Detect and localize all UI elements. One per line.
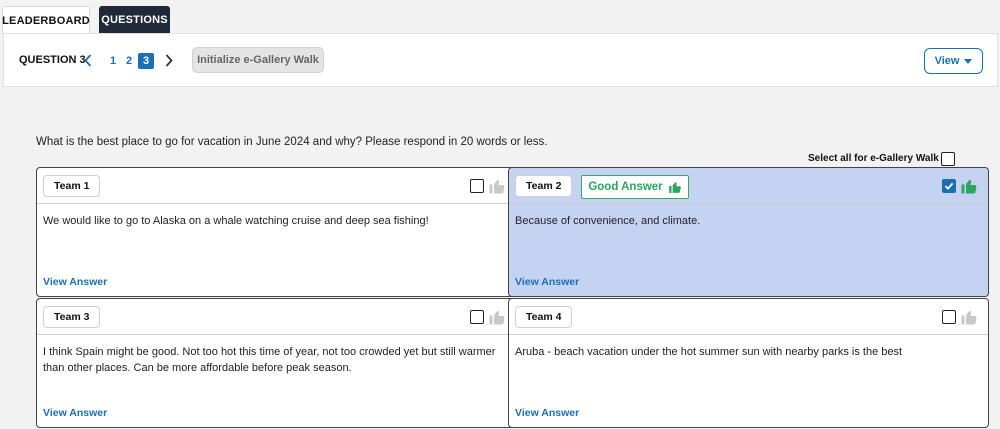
card-header: Team 3 xyxy=(37,299,516,335)
view-answer-link[interactable]: View Answer xyxy=(43,276,107,288)
answer-card-team-1: Team 1 We would like to go to Alaska on … xyxy=(36,167,517,297)
thumbs-up-icon xyxy=(668,182,681,193)
answer-text: Aruba - beach vacation under the hot sum… xyxy=(515,346,903,358)
chevron-right-icon[interactable] xyxy=(162,50,176,70)
thumbs-up-icon[interactable] xyxy=(488,177,506,195)
thumbs-up-icon[interactable] xyxy=(960,308,978,326)
question-toolbar: QUESTION 3 1 2 3 Initialize e-Gallery Wa… xyxy=(3,33,998,87)
select-all-label: Select all for e-Gallery Walk xyxy=(808,153,939,164)
initialize-gallery-walk-button[interactable]: Initialize e-Gallery Walk xyxy=(192,47,324,73)
team-badge: Team 3 xyxy=(43,306,101,328)
view-dropdown-button[interactable]: View xyxy=(924,48,983,74)
tab-questions[interactable]: QUESTIONS xyxy=(99,6,170,34)
page-link-3-current[interactable]: 3 xyxy=(138,53,154,69)
caret-down-icon xyxy=(964,58,973,64)
gallery-checkbox[interactable] xyxy=(470,310,484,324)
card-header: Team 2 Good Answer xyxy=(509,168,988,204)
good-answer-label: Good Answer xyxy=(588,181,663,193)
select-all-checkbox[interactable] xyxy=(941,152,955,166)
answer-card-team-3: Team 3 I think Spain might be good. Not … xyxy=(36,298,517,428)
view-answer-link[interactable]: View Answer xyxy=(515,407,579,419)
answer-card-team-4: Team 4 Aruba - beach vacation under the … xyxy=(508,298,989,428)
page-link-2[interactable]: 2 xyxy=(122,53,136,69)
answer-text: I think Spain might be good. Not too hot… xyxy=(43,346,496,374)
question-number-label: QUESTION 3 xyxy=(19,54,86,66)
tab-bar: LEADERBOARD QUESTIONS xyxy=(0,0,1000,34)
good-answer-badge: Good Answer xyxy=(581,175,689,199)
tab-leaderboard[interactable]: LEADERBOARD xyxy=(2,6,90,34)
checkmark-icon xyxy=(944,182,954,190)
card-header: Team 4 xyxy=(509,299,988,335)
answer-card-team-2: Team 2 Good Answer Because of convenienc… xyxy=(508,167,989,297)
gallery-checkbox-checked[interactable] xyxy=(942,179,956,193)
question-text: What is the best place to go for vacatio… xyxy=(36,136,548,148)
gallery-checkbox[interactable] xyxy=(470,179,484,193)
gallery-checkbox[interactable] xyxy=(942,310,956,324)
view-answer-link[interactable]: View Answer xyxy=(515,276,579,288)
answer-text: We would like to go to Alaska on a whale… xyxy=(43,215,429,227)
team-badge: Team 1 xyxy=(43,175,101,197)
page-link-1[interactable]: 1 xyxy=(106,53,120,69)
team-badge: Team 2 xyxy=(515,175,573,197)
chevron-left-icon[interactable] xyxy=(81,50,95,70)
view-button-label: View xyxy=(934,55,960,67)
card-header: Team 1 xyxy=(37,168,516,204)
thumbs-up-icon[interactable] xyxy=(960,177,978,195)
answer-text: Because of convenience, and climate. xyxy=(515,215,701,227)
team-badge: Team 4 xyxy=(515,306,573,328)
thumbs-up-icon[interactable] xyxy=(488,308,506,326)
view-answer-link[interactable]: View Answer xyxy=(43,407,107,419)
